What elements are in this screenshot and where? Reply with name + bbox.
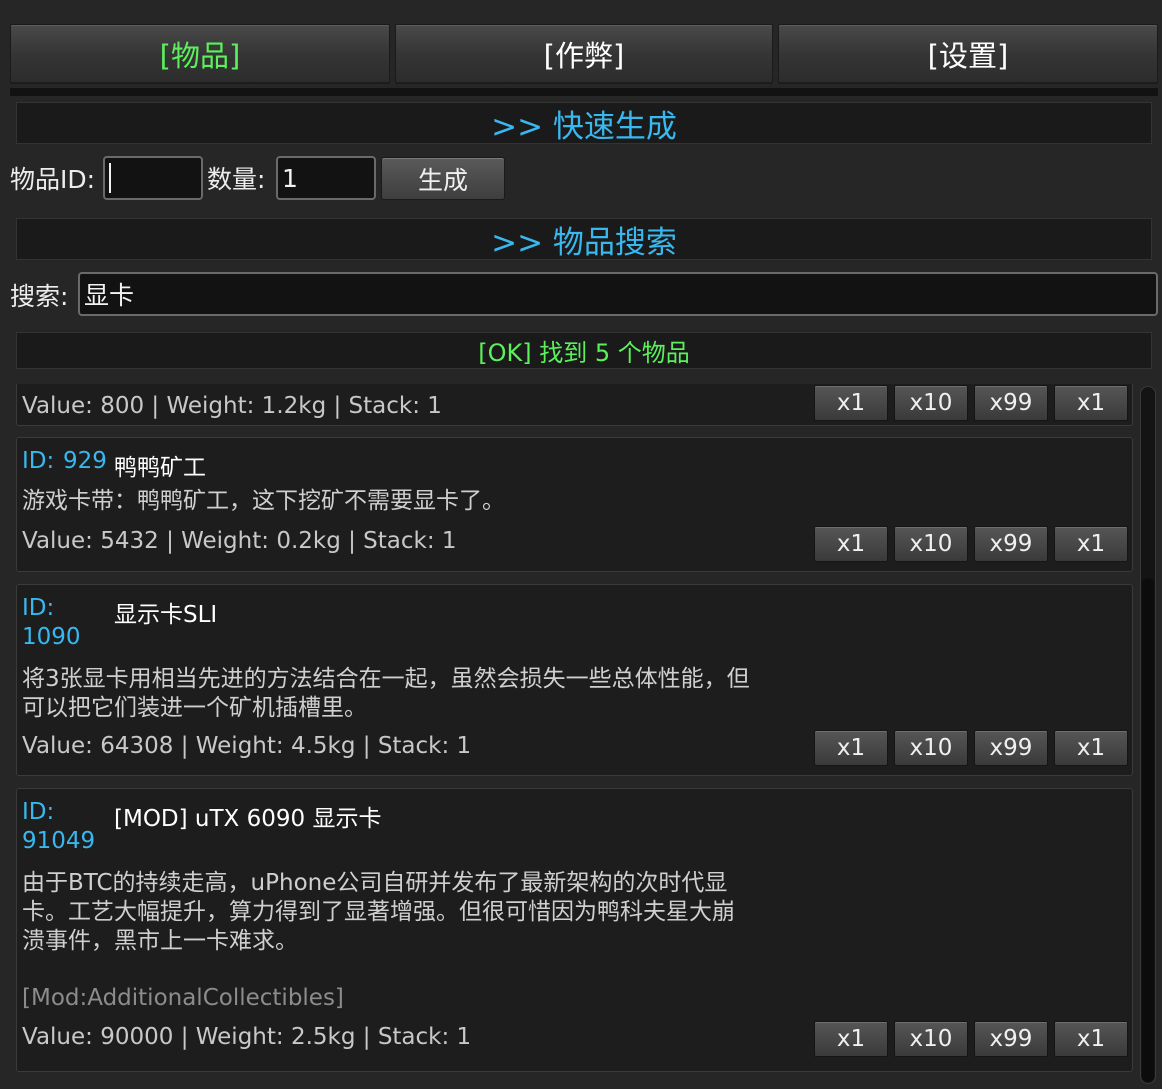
search-label: 搜索: [10, 282, 69, 311]
add-x1-button[interactable]: x1 [814, 385, 888, 421]
add-x10-button[interactable]: x10 [894, 526, 968, 562]
list-item: Value: 800 | Weight: 1.2kg | Stack: 1 x1… [16, 384, 1133, 426]
add-stack-button[interactable]: x1 [1054, 385, 1128, 421]
item-name: [MOD] uTX 6090 显示卡 [114, 806, 382, 832]
cheat-menu-window: [物品] [作弊] [设置] >> 快速生成 物品ID: 数量: 1 生成 >>… [0, 0, 1162, 1089]
add-x10-button[interactable]: x10 [894, 1021, 968, 1057]
item-description: 将3张显卡用相当先进的方法结合在一起，虽然会损失一些总体性能，但可以把它们装进一… [22, 666, 750, 721]
quantity-label: 数量: [207, 165, 266, 194]
item-stats: Value: 64308 | Weight: 4.5kg | Stack: 1 [22, 733, 472, 759]
add-stack-button[interactable]: x1 [1054, 730, 1128, 766]
add-x99-button[interactable]: x99 [974, 526, 1048, 562]
list-item: ID: 1090 显示卡SLI 将3张显卡用相当先进的方法结合在一起，虽然会损失… [16, 584, 1133, 776]
item-search-header: >> 物品搜索 [16, 218, 1152, 261]
quick-generate-header: >> 快速生成 [16, 102, 1152, 145]
item-stats: Value: 800 | Weight: 1.2kg | Stack: 1 [22, 393, 442, 419]
item-description: 游戏卡带：鸭鸭矿工，这下挖矿不需要显卡了。 [22, 488, 505, 514]
add-x10-button[interactable]: x10 [894, 730, 968, 766]
item-id: 91049 [22, 828, 96, 854]
tab-cheats[interactable]: [作弊] [395, 24, 773, 84]
item-name: 鸭鸭矿工 [114, 455, 206, 481]
list-item: ID: 929 鸭鸭矿工 游戏卡带：鸭鸭矿工，这下挖矿不需要显卡了。 Value… [16, 437, 1133, 572]
list-item: ID: 91049 [MOD] uTX 6090 显示卡 由于BTC的持续走高，… [16, 788, 1133, 1072]
add-x1-button[interactable]: x1 [814, 1021, 888, 1057]
tab-items[interactable]: [物品] [10, 24, 390, 84]
add-stack-button[interactable]: x1 [1054, 1021, 1128, 1057]
tab-bar: [物品] [作弊] [设置] [10, 24, 1158, 86]
add-x10-button[interactable]: x10 [894, 385, 968, 421]
item-id: 1090 [22, 624, 81, 650]
item-id-label: 物品ID: [10, 165, 96, 194]
add-x99-button[interactable]: x99 [974, 1021, 1048, 1057]
item-mod-tag: [Mod:AdditionalCollectibles] [22, 985, 344, 1011]
item-name: 显示卡SLI [114, 602, 218, 628]
add-x99-button[interactable]: x99 [974, 730, 1048, 766]
item-id-prefix: ID: [22, 595, 55, 621]
results-list[interactable]: Value: 800 | Weight: 1.2kg | Stack: 1 x1… [16, 384, 1136, 1084]
item-id-input[interactable] [103, 156, 203, 200]
add-stack-button[interactable]: x1 [1054, 526, 1128, 562]
item-stats: Value: 5432 | Weight: 0.2kg | Stack: 1 [22, 528, 457, 554]
item-id-prefix: ID: [22, 448, 55, 474]
text-cursor [109, 163, 111, 193]
result-status-bar: [OK] 找到 5 个物品 [16, 332, 1152, 369]
generate-button[interactable]: 生成 [381, 157, 505, 200]
add-x99-button[interactable]: x99 [974, 385, 1048, 421]
item-description: 由于BTC的持续走高，uPhone公司自研并发布了最新架构的次时代显卡。工艺大幅… [22, 870, 735, 954]
tab-settings[interactable]: [设置] [778, 24, 1158, 84]
results-scrollbar-thumb[interactable] [1142, 578, 1154, 1082]
item-id: 929 [63, 448, 107, 474]
search-input[interactable]: 显卡 [78, 272, 1158, 316]
add-x1-button[interactable]: x1 [814, 730, 888, 766]
add-x1-button[interactable]: x1 [814, 526, 888, 562]
item-stats: Value: 90000 | Weight: 2.5kg | Stack: 1 [22, 1024, 472, 1050]
quantity-value: 1 [282, 163, 298, 193]
tab-divider [10, 88, 1158, 96]
quantity-input[interactable]: 1 [276, 156, 376, 200]
item-id-prefix: ID: [22, 799, 55, 825]
search-value: 显卡 [84, 281, 135, 310]
